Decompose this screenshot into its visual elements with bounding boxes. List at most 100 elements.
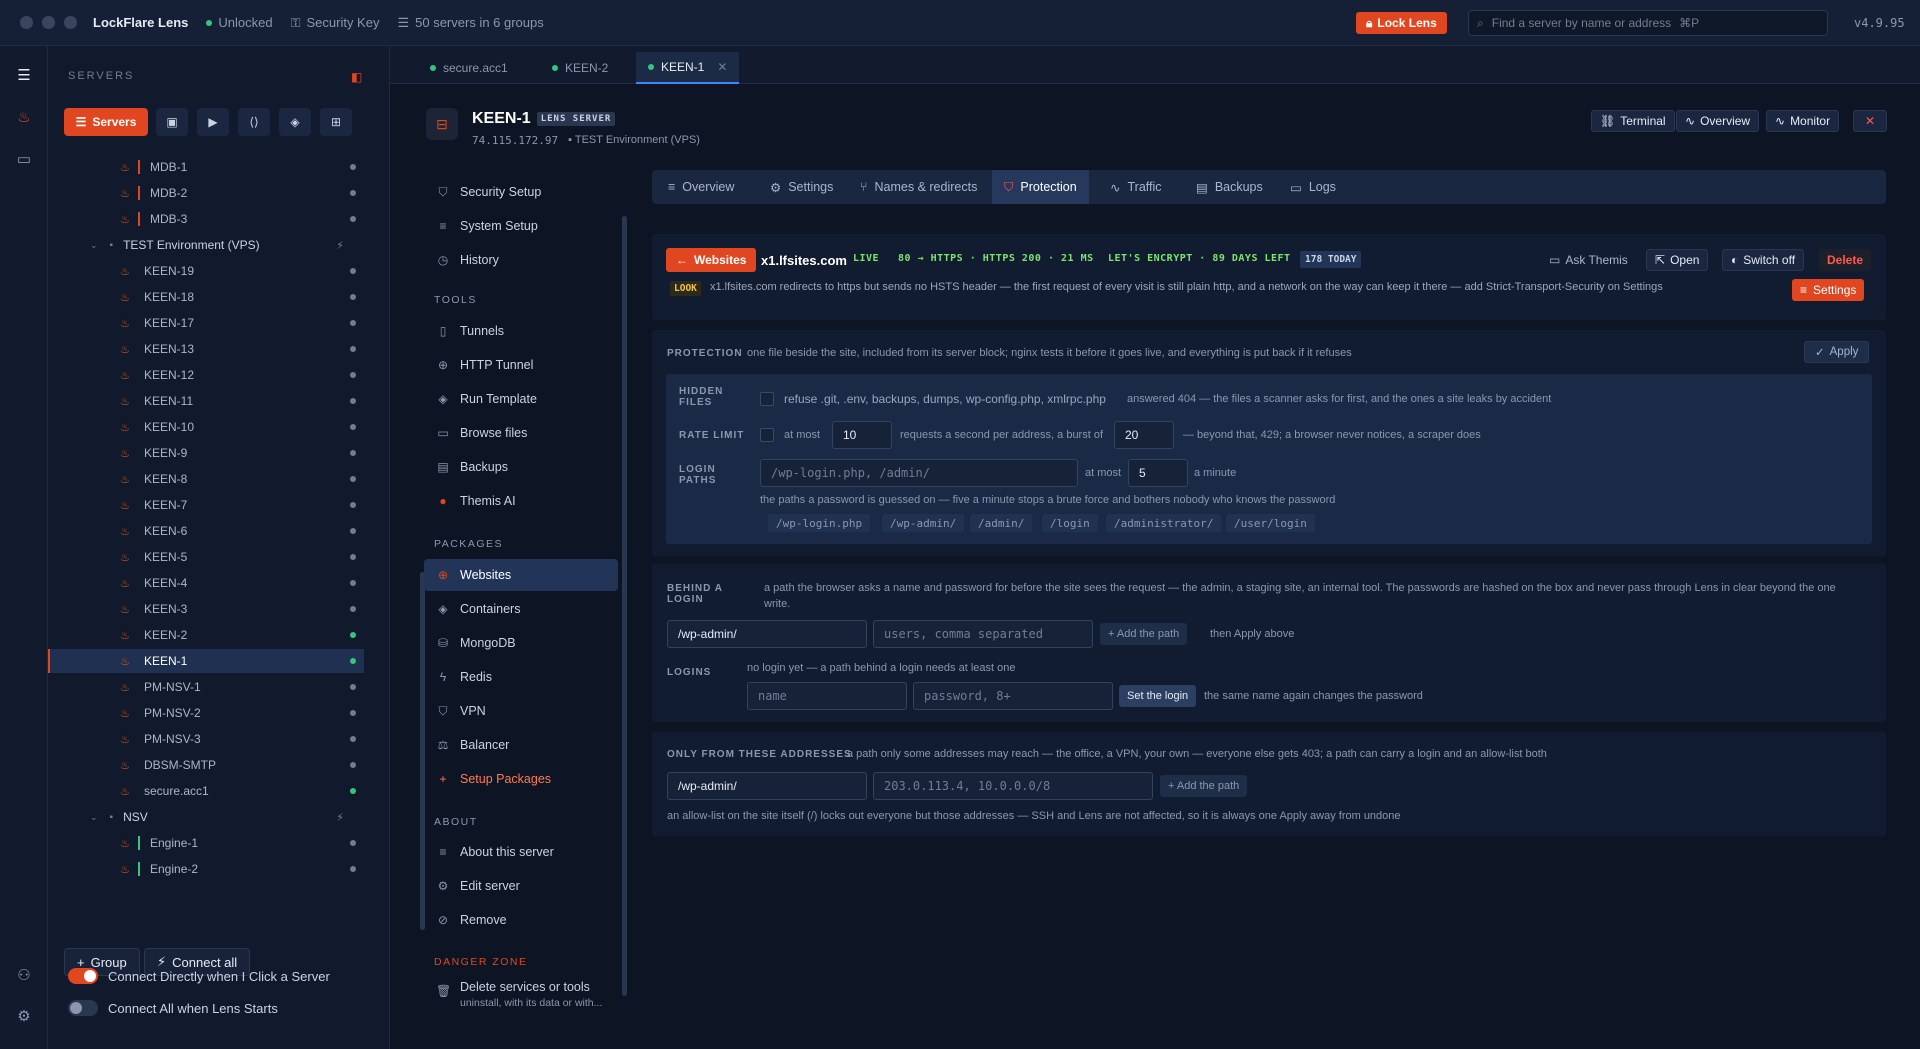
menu-vpn[interactable]: ⛉ VPN <box>424 695 618 727</box>
only-from-path-input[interactable]: /wp-admin/ <box>667 772 867 800</box>
menu-security-setup[interactable]: ⛉ Security Setup <box>424 176 618 208</box>
menu-scrollbar[interactable] <box>622 216 627 996</box>
menu-backups[interactable]: ▤ Backups <box>424 451 618 483</box>
menu-http-tunnel[interactable]: ⊕ HTTP Tunnel <box>424 349 618 381</box>
tab-settings[interactable]: ⚙ Settings <box>758 170 845 204</box>
filter-terminal-button[interactable]: ▣ <box>156 108 188 136</box>
server-item[interactable]: ♨ Engine-2 <box>48 857 364 881</box>
back-to-websites-button[interactable]: ← Websites <box>666 248 757 272</box>
server-item[interactable]: ♨ KEEN-5 <box>48 545 364 569</box>
server-item[interactable]: ♨ KEEN-2 <box>48 623 364 647</box>
chevron-down-icon[interactable]: ⌄ <box>90 240 98 251</box>
server-item[interactable]: ♨ KEEN-12 <box>48 363 364 387</box>
users-input[interactable]: users, comma separated <box>873 620 1093 648</box>
menu-themis-ai[interactable]: ● Themis AI <box>424 485 618 517</box>
ask-themis-button[interactable]: ▭ Ask Themis <box>1541 249 1636 271</box>
flame-rail-icon[interactable]: ♨ <box>14 108 34 128</box>
server-item[interactable]: ♨ MDB-3 <box>48 207 364 231</box>
overview-button[interactable]: ∿ Overview <box>1676 110 1760 132</box>
server-item[interactable]: ♨ Engine-1 <box>48 831 364 855</box>
minimize-window-button[interactable] <box>42 16 55 29</box>
tab-protection[interactable]: ⛉ Protection <box>992 170 1089 204</box>
menu-run-template[interactable]: ◈ Run Template <box>424 383 618 415</box>
filter-package-button[interactable]: ◈ <box>279 108 311 136</box>
filter-servers-button[interactable]: ☰ Servers <box>64 108 148 136</box>
connect-all-start-toggle[interactable] <box>68 1000 98 1016</box>
login-path-chip[interactable]: /login <box>1042 514 1098 532</box>
server-item[interactable]: ♨ MDB-2 <box>48 181 364 205</box>
login-path-chip[interactable]: /admin/ <box>970 514 1033 532</box>
server-item[interactable]: ♨ KEEN-1 <box>48 649 364 673</box>
delete-site-button[interactable]: Delete <box>1819 249 1872 271</box>
server-item[interactable]: ♨ KEEN-8 <box>48 467 364 491</box>
menu-about-server[interactable]: ≡ About this server <box>424 836 618 868</box>
login-rate-input[interactable]: 5 <box>1128 459 1188 487</box>
menu-edit-server[interactable]: ⚙ Edit server <box>424 870 618 902</box>
filter-code-button[interactable]: ⟨⟩ <box>238 108 270 136</box>
server-item[interactable]: ♨ KEEN-18 <box>48 285 364 309</box>
login-path-chip[interactable]: /wp-login.php <box>768 514 871 532</box>
server-item[interactable]: ♨ KEEN-6 <box>48 519 364 543</box>
servers-rail-icon[interactable]: ☰ <box>14 66 34 86</box>
menu-balancer[interactable]: ⚖ Balancer <box>424 729 618 761</box>
rate-limit-checkbox[interactable] <box>760 428 774 442</box>
apply-button[interactable]: ✓ Apply <box>1804 341 1870 363</box>
tab-overview[interactable]: ≡ Overview <box>656 170 746 204</box>
maximize-window-button[interactable] <box>64 16 77 29</box>
menu-mongodb[interactable]: ⛁ MongoDB <box>424 627 618 659</box>
close-icon[interactable]: ✕ <box>717 60 727 74</box>
server-item[interactable]: ♨ KEEN-17 <box>48 311 364 335</box>
add-login-path-button[interactable]: + Add the path <box>1100 623 1188 645</box>
server-item[interactable]: ♨ KEEN-7 <box>48 493 364 517</box>
connect-directly-toggle[interactable] <box>68 968 98 984</box>
server-item[interactable]: ♨ KEEN-9 <box>48 441 364 465</box>
filter-run-button[interactable]: ▶ <box>197 108 229 136</box>
login-path-chip[interactable]: /wp-admin/ <box>882 514 965 532</box>
menu-history[interactable]: ◷ History <box>424 244 618 276</box>
bolt-icon[interactable]: ⚡︎ <box>336 239 344 252</box>
burst-input[interactable]: 20 <box>1114 421 1174 449</box>
terminal-button[interactable]: ⛓ Terminal <box>1591 110 1675 132</box>
menu-containers[interactable]: ◈ Containers <box>424 593 618 625</box>
add-address-path-button[interactable]: + Add the path <box>1160 775 1248 797</box>
server-item[interactable]: ♨ KEEN-10 <box>48 415 364 439</box>
tab-backups[interactable]: ▤ Backups <box>1184 170 1275 204</box>
close-window-button[interactable] <box>20 16 33 29</box>
security-key-item[interactable]: ⚿ Security Key <box>291 15 380 31</box>
chevron-down-icon[interactable]: ⌄ <box>90 812 98 823</box>
server-item[interactable]: ♨ KEEN-19 <box>48 259 364 283</box>
server-search-input[interactable]: ⌕ Find a server by name or address ⌘P <box>1468 10 1828 36</box>
menu-remove[interactable]: ⊘ Remove <box>424 904 618 936</box>
tab-traffic[interactable]: ∿ Traffic <box>1098 170 1174 204</box>
login-path-chip[interactable]: /user/login <box>1226 514 1315 532</box>
tab-names-redirects[interactable]: ⑂ Names & redirects <box>848 170 989 204</box>
users-rail-icon[interactable]: ⚇ <box>14 966 34 986</box>
server-item[interactable]: ♨ KEEN-3 <box>48 597 364 621</box>
rate-limit-input[interactable]: 10 <box>832 421 892 449</box>
gear-icon[interactable]: ⚙ <box>14 1007 34 1027</box>
monitor-button[interactable]: ∿ Monitor <box>1766 110 1840 132</box>
login-path-chip[interactable]: /administrator/ <box>1106 514 1222 532</box>
menu-websites[interactable]: ⊕ Websites <box>424 559 618 591</box>
addresses-input[interactable]: 203.0.113.4, 10.0.0.0/8 <box>873 772 1153 800</box>
server-item[interactable]: ♨ PM-NSV-3 <box>48 727 364 751</box>
site-settings-button[interactable]: ≡ Settings <box>1792 279 1865 301</box>
hidden-files-checkbox[interactable] <box>760 392 774 406</box>
folder-rail-icon[interactable]: ▭ <box>14 150 34 170</box>
close-server-button[interactable]: ✕ <box>1853 110 1887 132</box>
server-group[interactable]: ⌄ ▪ TEST Environment (VPS) ⚡︎ <box>48 233 364 257</box>
menu-tunnels[interactable]: ▯ Tunnels <box>424 315 618 347</box>
lock-lens-button[interactable]: 🔒︎ Lock Lens <box>1356 12 1447 34</box>
switch-off-button[interactable]: ◐ Switch off <box>1722 249 1805 271</box>
server-item[interactable]: ♨ PM-NSV-2 <box>48 701 364 725</box>
server-item[interactable]: ♨ KEEN-4 <box>48 571 364 595</box>
tab-keen-2[interactable]: KEEN-2 <box>540 52 620 84</box>
bolt-icon[interactable]: ⚡︎ <box>336 811 344 824</box>
behind-login-path-input[interactable]: /wp-admin/ <box>667 620 867 648</box>
sidebar-collapse-icon[interactable]: ◧ <box>351 70 362 84</box>
tab-secure-acc1[interactable]: secure.acc1 <box>418 52 520 84</box>
menu-browse-files[interactable]: ▭ Browse files <box>424 417 618 449</box>
menu-setup-packages[interactable]: + Setup Packages <box>424 763 618 795</box>
server-item[interactable]: ♨ secure.acc1 <box>48 779 364 803</box>
tab-logs[interactable]: ▭ Logs <box>1278 170 1348 204</box>
